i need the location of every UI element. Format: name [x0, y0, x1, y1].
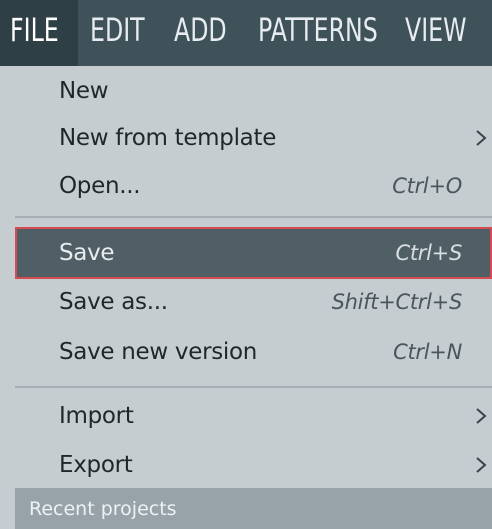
file-menu-dropdown: New New from template Open... Ctrl+O Sav…	[0, 66, 492, 529]
menu-item-label: Save	[59, 240, 115, 266]
menu-item-shortcut: Ctrl+O	[392, 174, 462, 198]
menu-item-label: Save as...	[59, 289, 168, 315]
chevron-right-icon	[476, 457, 487, 473]
menu-item-label: Import	[59, 403, 134, 429]
menu-item-shortcut: Ctrl+N	[393, 340, 462, 364]
menu-file[interactable]: FILE	[10, 11, 59, 49]
menu-separator	[15, 216, 492, 218]
menu-item-label: New	[59, 78, 109, 104]
recent-projects-header: Recent projects	[15, 488, 492, 529]
menu-add[interactable]: ADD	[174, 11, 227, 49]
menu-patterns[interactable]: PATTERNS	[258, 11, 378, 49]
menu-item-save-new-version[interactable]: Save new version Ctrl+N	[15, 327, 492, 377]
chevron-right-icon	[476, 130, 487, 146]
menu-item-import[interactable]: Import	[15, 391, 492, 441]
menu-item-export[interactable]: Export	[15, 440, 492, 490]
menu-item-shortcut: Ctrl+S	[395, 241, 463, 265]
menu-item-shortcut: Shift+Ctrl+S	[331, 290, 463, 314]
menu-edit[interactable]: EDIT	[90, 11, 145, 49]
menu-item-save[interactable]: Save Ctrl+S	[15, 227, 492, 279]
menu-separator	[15, 386, 492, 388]
section-header-label: Recent projects	[29, 497, 177, 520]
menu-item-label: New from template	[59, 125, 277, 151]
menu-bar: FILE EDIT ADD PATTERNS VIEW	[0, 0, 492, 66]
menu-item-save-as[interactable]: Save as... Shift+Ctrl+S	[15, 277, 492, 327]
menu-item-label: Save new version	[59, 339, 258, 365]
menu-item-new-from-template[interactable]: New from template	[15, 113, 492, 163]
chevron-right-icon	[476, 408, 487, 424]
menu-view[interactable]: VIEW	[405, 11, 467, 49]
menu-item-label: Open...	[59, 173, 141, 199]
menu-item-label: Export	[59, 452, 133, 478]
menu-item-new[interactable]: New	[15, 66, 492, 116]
menu-item-open[interactable]: Open... Ctrl+O	[15, 161, 492, 211]
